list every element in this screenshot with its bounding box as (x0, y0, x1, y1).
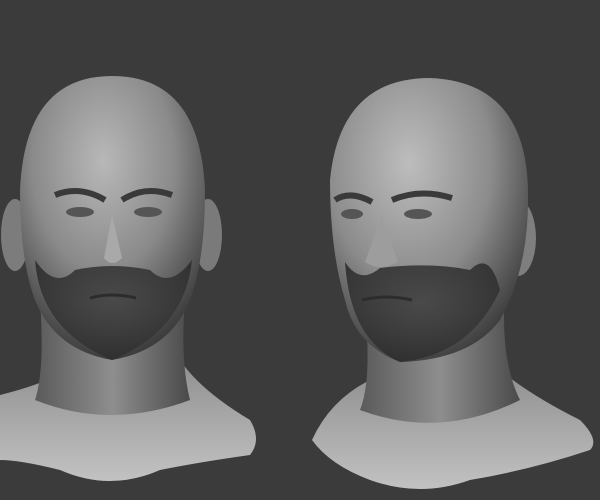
left-eye (341, 209, 363, 219)
left-eye (66, 207, 94, 217)
sculpt-render-scene (0, 76, 594, 489)
three-quarter-view-head (312, 78, 594, 489)
front-view-head (0, 76, 256, 481)
right-eye (404, 209, 432, 219)
right-eye (134, 207, 162, 217)
